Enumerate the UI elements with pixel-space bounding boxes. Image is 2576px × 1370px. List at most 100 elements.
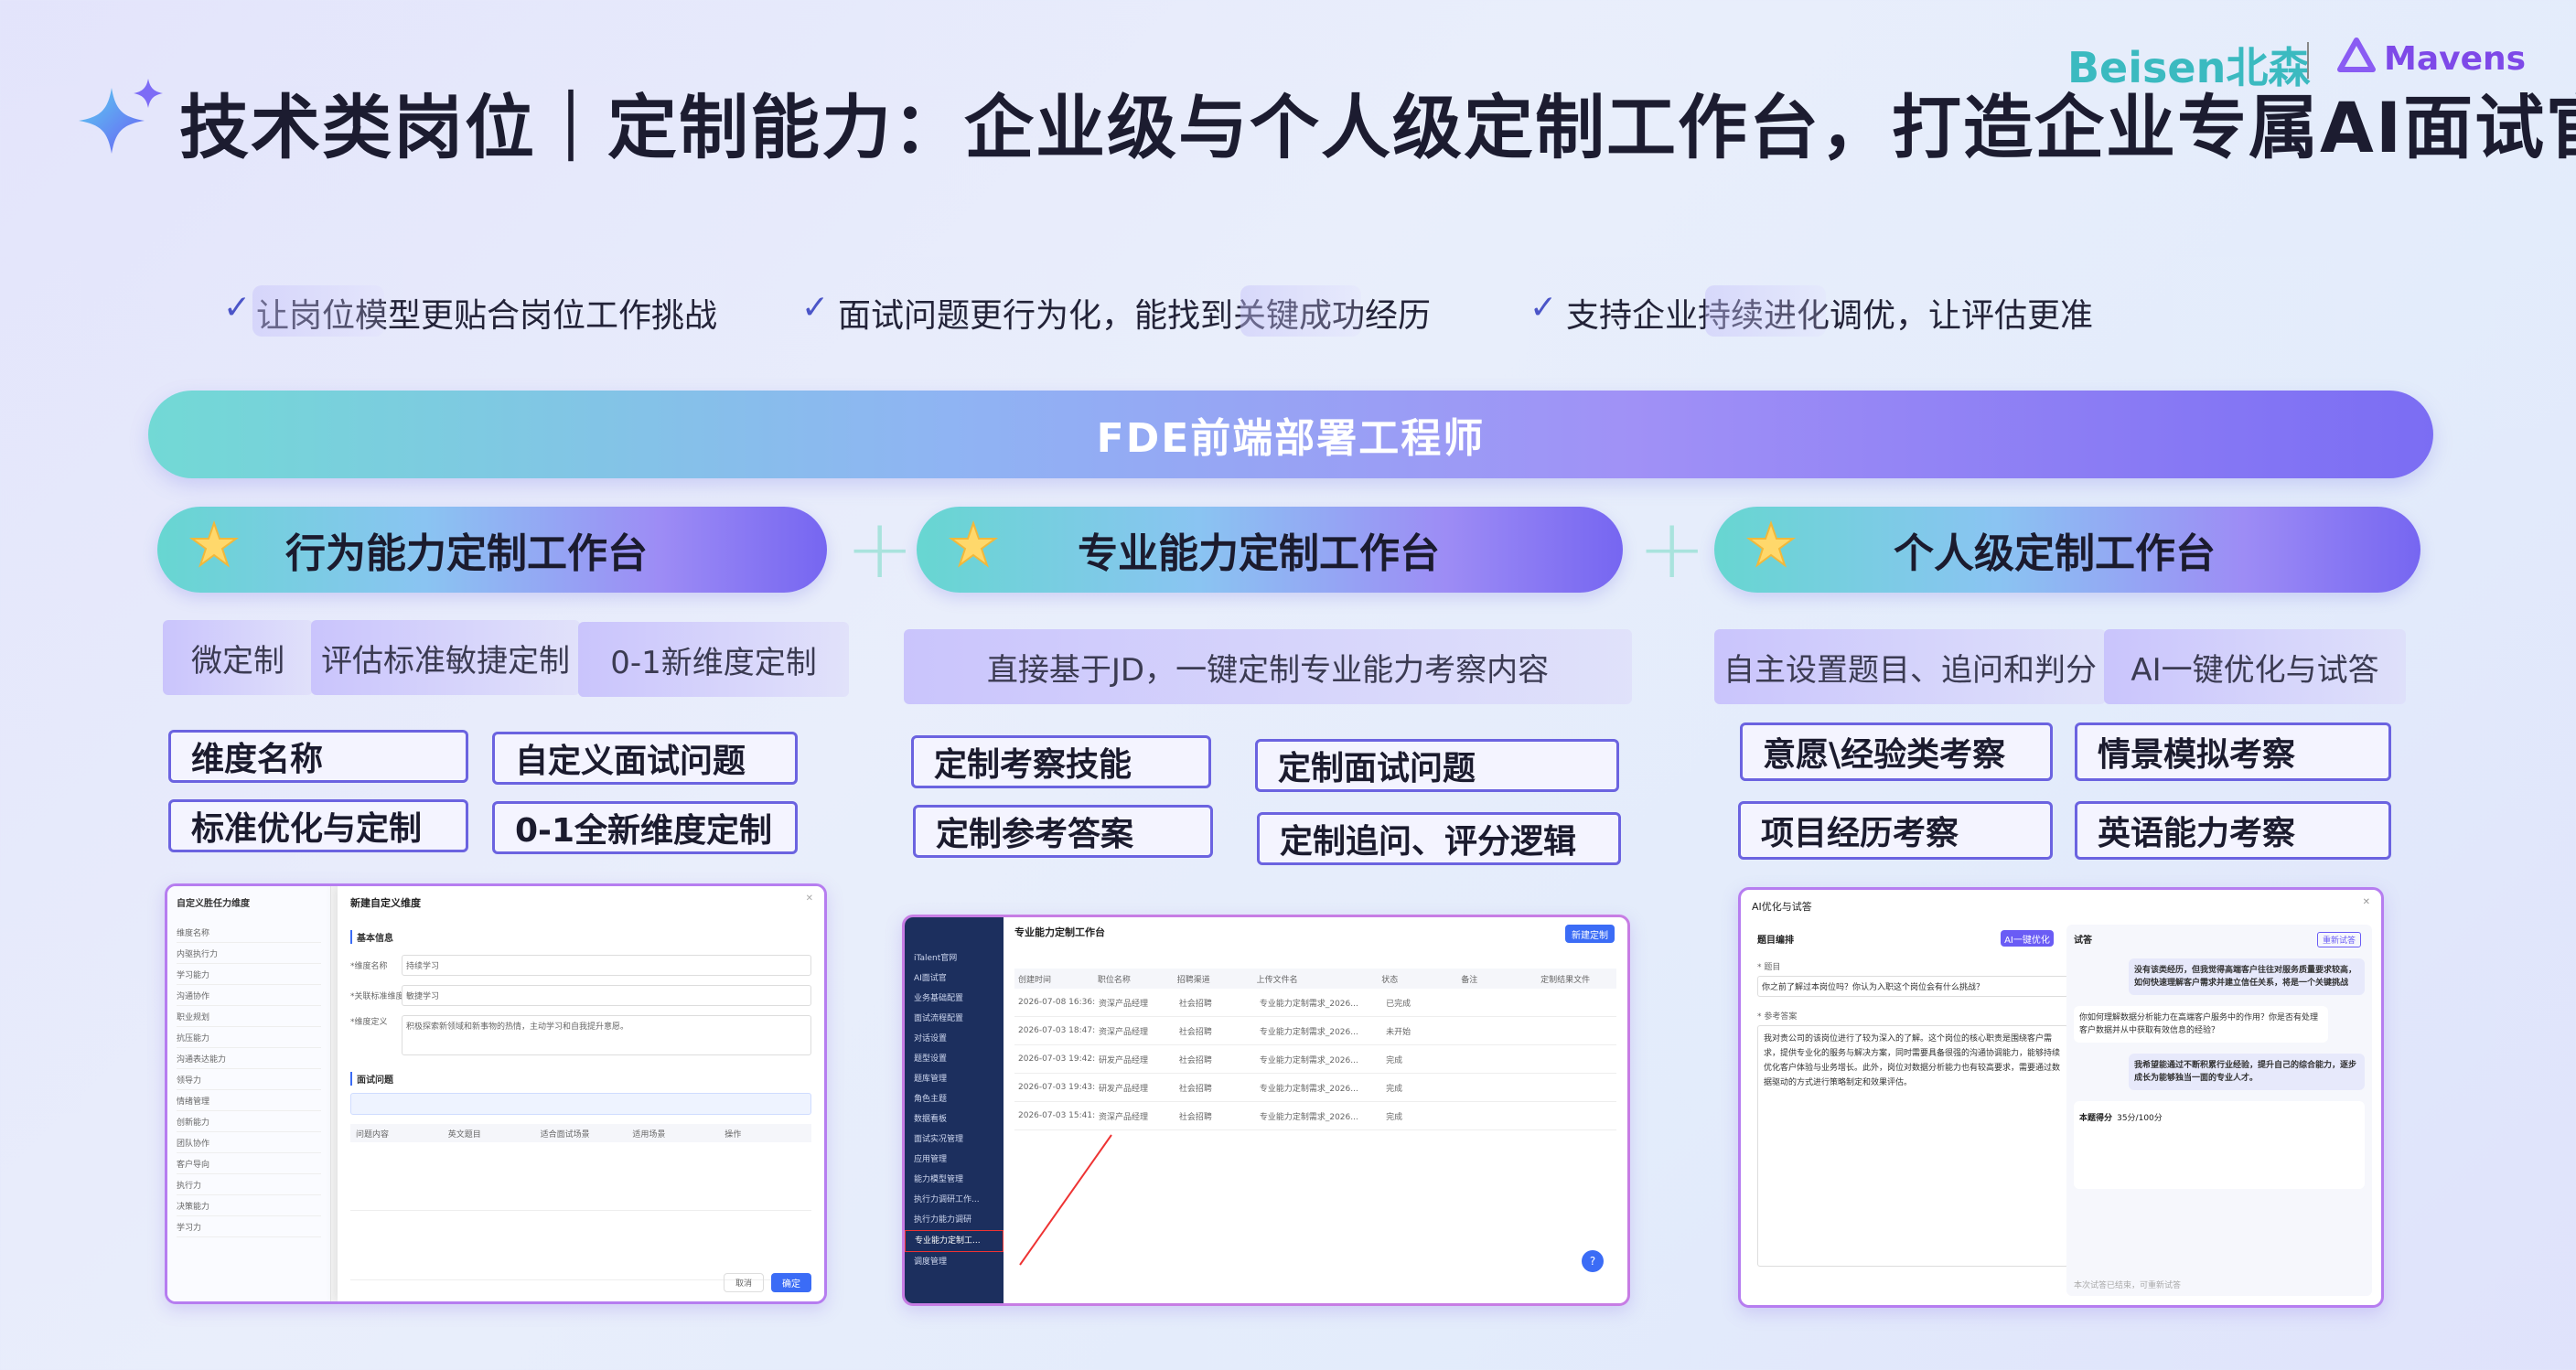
tag: 直接基于JD，一键定制专业能力考察内容 (904, 629, 1632, 704)
new-custom-button[interactable]: 新建定制 (1565, 925, 1615, 943)
sidebar-item[interactable]: 专业能力定制工... (905, 1230, 1004, 1252)
table-cell: 完成 (1386, 1112, 1403, 1122)
table-header-cell: 问题内容 (356, 1129, 390, 1140)
pointer-arrow-icon (1019, 1134, 1112, 1266)
dimension-list-item[interactable]: 抗压能力 (177, 1027, 321, 1048)
help-icon[interactable]: ? (1582, 1250, 1604, 1272)
feature-box: 定制参考答案 (913, 805, 1213, 858)
column-title-professional: 专业能力定制工作台 (917, 507, 1623, 593)
dialog-title: AI优化与试答 (1752, 901, 1812, 913)
highlight (252, 285, 384, 337)
feature-3: 支持企业持续进化调优，让评估更准 (1566, 297, 2094, 335)
table-cell: 完成 (1386, 1084, 1403, 1094)
sidebar-item[interactable]: 能力模型管理 (905, 1170, 1004, 1190)
table-header-cell: 备注 (1461, 975, 1478, 985)
screenshot-behavior-workbench: 自定义胜任力维度 维度名称 内驱执行力 学习能力 沟通协作 职业规划 抗压能力 沟通表达能力… (165, 883, 827, 1304)
dimension-list-item[interactable]: 学习能力 (177, 964, 321, 985)
ai-optimize-button[interactable]: AI一键优化 (2001, 930, 2054, 947)
close-icon[interactable]: ✕ (806, 894, 813, 904)
feature-box: 项目经历考察 (1738, 801, 2053, 860)
drawer-title: 新建自定义维度 (350, 897, 421, 909)
table-row[interactable]: 2026-07-03 19:43:20研发产品经理 社会招聘 专业能力定制需求_20… (1014, 1074, 1616, 1102)
table-header-cell: 创建时间 (1018, 975, 1052, 985)
table-cell: 社会招聘 (1178, 1112, 1212, 1122)
check-icon: ✓ (801, 289, 830, 326)
dimension-list-item[interactable]: 维度名称 (177, 922, 321, 943)
sparkle-icon (79, 79, 163, 154)
table-header-cell: 操作 (724, 1129, 742, 1140)
screenshot-professional-workbench: iTalent官网 AI面试官 业务基础配置 面试流程配置 对话设置 题型设置 题库管理 角色… (902, 915, 1630, 1306)
brand-divider (2307, 42, 2309, 79)
sidebar-item[interactable]: 角色主题 (905, 1089, 1004, 1109)
retry-button[interactable]: 重新试答 (2316, 932, 2361, 947)
confirm-button[interactable]: 确定 (771, 1273, 811, 1292)
dimension-list-item[interactable]: 领导力 (177, 1069, 321, 1090)
table-header-cell: 定制结果文件 (1540, 975, 1591, 985)
definition-textarea[interactable]: 积极探索新领域和新事物的热情，主动学习和自我提升意愿。 (402, 1015, 811, 1055)
close-icon[interactable]: ✕ (2363, 897, 2370, 907)
table-header-cell: 适合面试场景 (540, 1129, 590, 1140)
sidebar-item[interactable]: 应用管理 (905, 1150, 1004, 1170)
table-cell: 未开始 (1386, 1027, 1411, 1037)
table-cell: 2026-07-03 15:41:53 (1018, 1111, 1095, 1120)
dimension-list-item[interactable]: 决策能力 (177, 1195, 321, 1216)
sidebar-item[interactable]: 题库管理 (905, 1069, 1004, 1089)
table-cell: 专业能力定制需求_2026... (1259, 1027, 1358, 1037)
check-icon: ✓ (1530, 289, 1558, 326)
feature-box: 标准优化与定制 (168, 799, 468, 852)
chat-bubble: 没有该类经历，但我觉得高端客户往往对服务质量要求较高，如何快速理解客户需求并建立… (2129, 958, 2365, 995)
table-cell: 资深产品经理 (1098, 1112, 1148, 1122)
sidebar-item[interactable]: 面试实况管理 (905, 1129, 1004, 1150)
table-row[interactable]: 2026-07-03 18:47:35资深产品经理 社会招聘 专业能力定制需求_20… (1014, 1017, 1616, 1045)
column-title-behavior: 行为能力定制工作台 (157, 507, 827, 593)
sidebar-item[interactable]: 题型设置 (905, 1049, 1004, 1069)
table-header-cell: 英文题目 (447, 1129, 481, 1140)
category-select[interactable]: 敏捷学习 (402, 985, 811, 1006)
table-row[interactable]: 2026-07-03 19:42:00研发产品经理 社会招聘 专业能力定制需求_20… (1014, 1045, 1616, 1074)
tag: 0-1新维度定制 (578, 622, 849, 697)
sidebar-item[interactable]: AI面试官 (905, 969, 1004, 989)
table-row[interactable]: 2026-07-03 15:41:53资深产品经理 社会招聘 专业能力定制需求_20… (1014, 1102, 1616, 1130)
tag: 微定制 (163, 620, 313, 695)
question-input[interactable]: 你之前了解过本岗位吗？你认为入职这个岗位会有什么挑战？ (1757, 976, 2068, 997)
sidebar-item[interactable]: 执行力调研工作... (905, 1190, 1004, 1210)
table-cell: 专业能力定制需求_2026... (1259, 1084, 1358, 1094)
table-cell: 完成 (1386, 1055, 1403, 1065)
dimension-list-item[interactable]: 团队协作 (177, 1132, 321, 1153)
dimension-list-item[interactable]: 沟通协作 (177, 985, 321, 1006)
score-value: 35分/100分 (2117, 1114, 2163, 1123)
beisen-logo: Beisen北森 (2067, 43, 2311, 92)
dimension-list-item[interactable]: 学习力 (177, 1216, 321, 1237)
dimension-list-item[interactable]: 情绪管理 (177, 1090, 321, 1111)
dimension-list-item[interactable]: 执行力 (177, 1174, 321, 1195)
table-cell: 研发产品经理 (1098, 1084, 1148, 1094)
sidebar-item[interactable]: 对话设置 (905, 1029, 1004, 1049)
sidebar-item[interactable]: 执行力能力调研 (905, 1210, 1004, 1230)
feature-box: 情景模拟考察 (2075, 722, 2391, 781)
table-row[interactable]: 2026-07-08 16:36:11资深产品经理 社会招聘 专业能力定制需求_20… (1014, 989, 1616, 1017)
highlight (1705, 285, 1826, 337)
screenshot-personal-workbench: AI优化与试答 ✕ 题目编排 AI一键优化 * 题目 你之前了解过本岗位吗？你认… (1738, 887, 2384, 1308)
tag: 评估标准敏捷定制 (311, 620, 580, 695)
dimension-list-item[interactable]: 沟通表达能力 (177, 1048, 321, 1069)
name-input[interactable]: 持续学习 (402, 955, 811, 976)
table-cell: 研发产品经理 (1098, 1055, 1148, 1065)
tag: AI一键优化与试答 (2104, 629, 2406, 704)
table-cell: 资深产品经理 (1098, 999, 1148, 1009)
answer-textarea[interactable]: 我对贵公司的该岗位进行了较为深入的了解。这个岗位的核心职责是围绕客户需求，提供专… (1757, 1025, 2068, 1267)
star-icon (188, 519, 240, 581)
sidebar-item[interactable]: iTalent官网 (905, 948, 1004, 969)
table-cell: 社会招聘 (1178, 999, 1212, 1009)
table-header-cell: 状态 (1381, 975, 1399, 985)
dimension-list-item[interactable]: 职业规划 (177, 1006, 321, 1027)
sidebar-item[interactable]: 数据看板 (905, 1109, 1004, 1129)
mavens-logo: Mavens (2384, 40, 2527, 78)
cancel-button[interactable]: 取消 (723, 1273, 764, 1292)
sidebar-item[interactable]: 面试流程配置 (905, 1009, 1004, 1029)
sidebar-item[interactable]: 调度管理 (905, 1252, 1004, 1272)
sidebar-item[interactable]: 业务基础配置 (905, 989, 1004, 1009)
dimension-list-item[interactable]: 创新能力 (177, 1111, 321, 1132)
plus-icon: + (1637, 501, 1707, 597)
dimension-list-item[interactable]: 内驱执行力 (177, 943, 321, 964)
dimension-list-item[interactable]: 客户导向 (177, 1153, 321, 1174)
